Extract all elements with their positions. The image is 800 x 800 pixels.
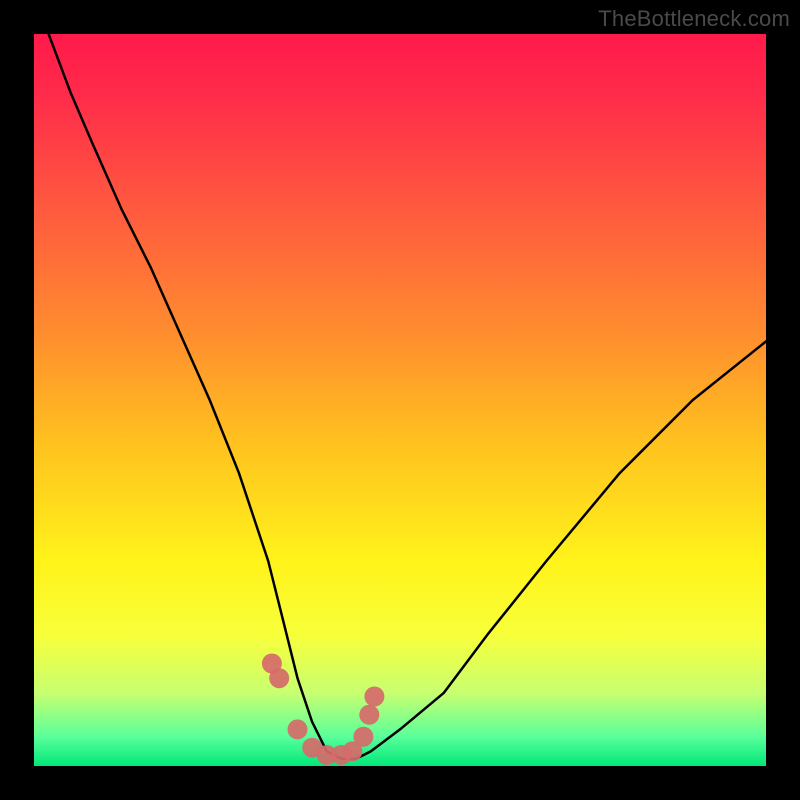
chart-plot-area [34, 34, 766, 766]
watermark-text: TheBottleneck.com [598, 6, 790, 32]
bottleneck-curve [49, 34, 766, 759]
valley-markers [262, 654, 385, 766]
chart-frame: TheBottleneck.com [0, 0, 800, 800]
chart-svg [34, 34, 766, 766]
